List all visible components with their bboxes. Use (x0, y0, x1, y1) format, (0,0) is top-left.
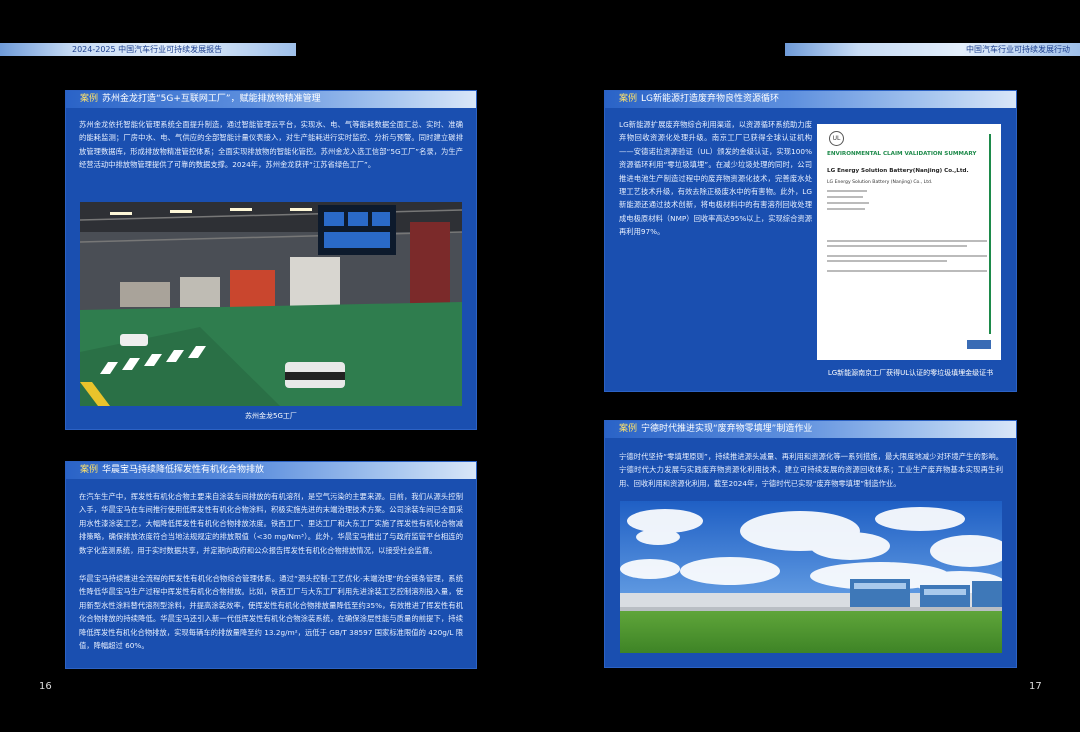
ul-logo-icon: UL (829, 131, 844, 146)
case-panel-catl: 案例 宁德时代推进实现“废弃物零填埋”制造作业 宁德时代坚持“零填埋原则”，持续推… (604, 420, 1017, 668)
catl-factory-photo (620, 501, 1002, 653)
certificate-subtitle: LG Energy Solution Battery (Nanjing) Co.… (827, 180, 933, 185)
case-panel-lg-energy: 案例 LG新能源打造废弃物良性资源循环 LG新能源扩展废弃物综合利用渠道，以资源循… (604, 90, 1017, 392)
right-header-title: 中国汽车行业可持续发展行动 (966, 45, 1070, 54)
case-title-bar: 案例 苏州金龙打造“5G+互联网工厂”，赋能排放物精准管理 (66, 91, 476, 108)
page-number-right: 17 (1029, 681, 1042, 692)
case-tag: 案例 (619, 94, 638, 104)
case-title: 宁德时代推进实现“废弃物零填埋”制造作业 (641, 424, 813, 434)
left-header-title: 2024-2025 中国汽车行业可持续发展报告 (72, 45, 223, 54)
certificate-accent-bar (989, 134, 991, 334)
case-title: 华晨宝马持续降低挥发性有机化合物排放 (102, 465, 265, 475)
case-tag: 案例 (619, 424, 638, 434)
certificate-badge-icon (967, 340, 991, 349)
case-tag: 案例 (80, 94, 99, 104)
case-tag: 案例 (80, 465, 99, 475)
case-title-bar: 案例 宁德时代推进实现“废弃物零填埋”制造作业 (605, 421, 1016, 438)
case-panel-bmw-brilliance: 案例 华晨宝马持续降低挥发性有机化合物排放 在汽车生产中，挥发性有机化合物主要来自… (65, 461, 477, 669)
factory-photo (80, 202, 462, 406)
case-body-text-1: 在汽车生产中，挥发性有机化合物主要来自涂装车间排放的有机溶剂，是空气污染的主要来… (79, 492, 463, 555)
certificate-caption: LG新能源南京工厂获得UL认证的零垃圾填埋金级证书 (827, 369, 994, 377)
photo-caption: 苏州金龙5G工厂 (245, 412, 297, 420)
certificate-company: LG Energy Solution Battery(Nanjing) Co.,… (827, 168, 969, 174)
case-title: LG新能源打造废弃物良性资源循环 (641, 94, 780, 104)
ul-certificate-image: UL ENVIRONMENTAL CLAIM VALIDATION SUMMAR… (817, 124, 1001, 360)
certificate-body-lines (827, 190, 987, 275)
left-page-header: 2024-2025 中国汽车行业可持续发展报告 (0, 43, 296, 56)
case-panel-suzhou-jinlong: 案例 苏州金龙打造“5G+互联网工厂”，赋能排放物精准管理 苏州金龙依托智能化管理… (65, 90, 477, 430)
case-body-text: 苏州金龙依托智能化管理系统全面提升制造，通过智能管理云平台，实现水、电、气等能耗… (79, 120, 463, 170)
case-title-bar: 案例 LG新能源打造废弃物良性资源循环 (605, 91, 1016, 108)
case-body-text: 宁德时代坚持“零填埋原则”，持续推进源头减量、再利用和资源化等一系列措施，最大限… (619, 452, 1003, 488)
case-body-text-2: 华晨宝马持续推进全流程的挥发性有机化合物综合管理体系。通过“源头控制-工艺优化-… (79, 574, 463, 651)
case-title: 苏州金龙打造“5G+互联网工厂”，赋能排放物精准管理 (102, 94, 321, 104)
page-number-left: 16 (39, 681, 52, 692)
right-page-header: 中国汽车行业可持续发展行动 (785, 43, 1080, 56)
case-body-text: LG新能源扩展废弃物综合利用渠道，以资源循环系统助力废弃物回收资源化处理升级。南… (619, 120, 812, 237)
case-title-bar: 案例 华晨宝马持续降低挥发性有机化合物排放 (66, 462, 476, 479)
certificate-heading: ENVIRONMENTAL CLAIM VALIDATION SUMMARY (827, 151, 977, 157)
